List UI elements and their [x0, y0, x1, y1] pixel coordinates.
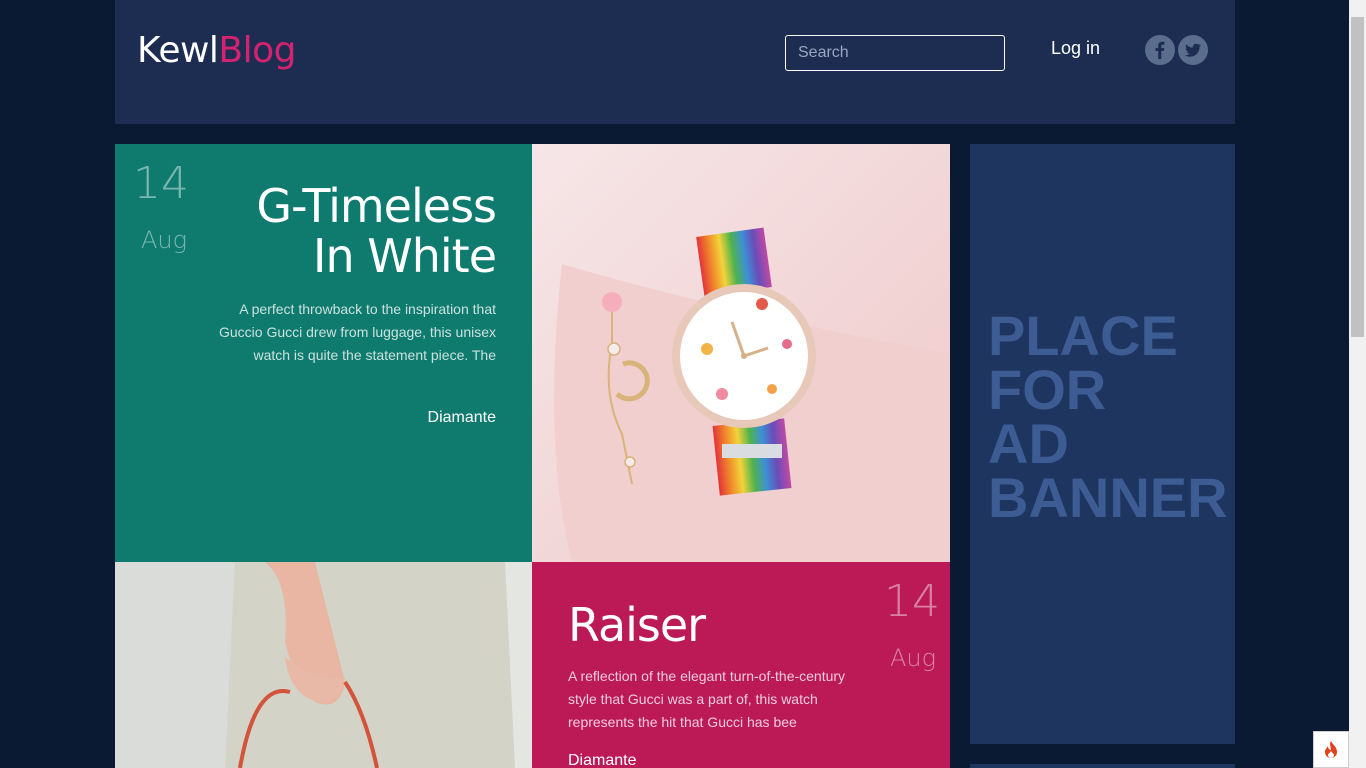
post-title-line-1: G-Timeless [256, 179, 497, 233]
post-title[interactable]: G-Timeless In White [256, 179, 497, 283]
post-author-link[interactable]: Diamante [428, 409, 496, 427]
site-header: KewlBlog Log in [115, 0, 1235, 124]
post-title-line-2: In White [312, 229, 497, 283]
post-title[interactable]: Raiser [568, 600, 706, 650]
ad-line-4: BANNER [988, 466, 1228, 529]
post-excerpt: A reflection of the elegant turn-of-the-… [568, 668, 846, 730]
site-logo[interactable]: KewlBlog [137, 30, 296, 72]
bag-photo [115, 562, 532, 768]
post-date-month: Aug [141, 226, 188, 254]
page-scrollbar[interactable] [1349, 0, 1366, 768]
watch-photo [532, 144, 950, 562]
page: KewlBlog Log in 14 Aug G-Timeless In Whi… [0, 0, 1366, 768]
logo-text-primary: Kewl [137, 30, 219, 71]
post-card-g-timeless[interactable]: 14 Aug G-Timeless In White A perfect thr… [115, 144, 532, 562]
ad-line-3: AD [988, 412, 1069, 475]
post-card-raiser[interactable]: 14 Aug Raiser A reflection of the elegan… [532, 562, 950, 768]
facebook-icon[interactable] [1145, 35, 1175, 65]
post-date-day: 14 [133, 158, 189, 209]
post-date-month: Aug [889, 644, 936, 672]
ad-banner-text: PLACE FOR AD BANNER [988, 304, 1228, 529]
post-image-bag[interactable] [115, 562, 532, 768]
post-author-link[interactable]: Diamante [568, 752, 636, 768]
scrollbar-thumb[interactable] [1351, 17, 1364, 337]
ad-banner-secondary[interactable] [970, 764, 1235, 768]
post-image-watch[interactable] [532, 144, 950, 562]
ad-banner[interactable]: PLACE FOR AD BANNER [970, 144, 1235, 744]
search-input[interactable] [785, 35, 1005, 71]
flame-icon[interactable] [1313, 731, 1349, 768]
ad-line-1: PLACE [988, 304, 1178, 367]
login-link[interactable]: Log in [1051, 38, 1100, 59]
logo-text-accent: Blog [218, 30, 296, 71]
twitter-icon[interactable] [1178, 35, 1208, 65]
ad-line-2: FOR [988, 358, 1107, 421]
post-date-day: 14 [884, 576, 940, 627]
post-excerpt: A perfect throwback to the inspiration t… [218, 301, 496, 363]
